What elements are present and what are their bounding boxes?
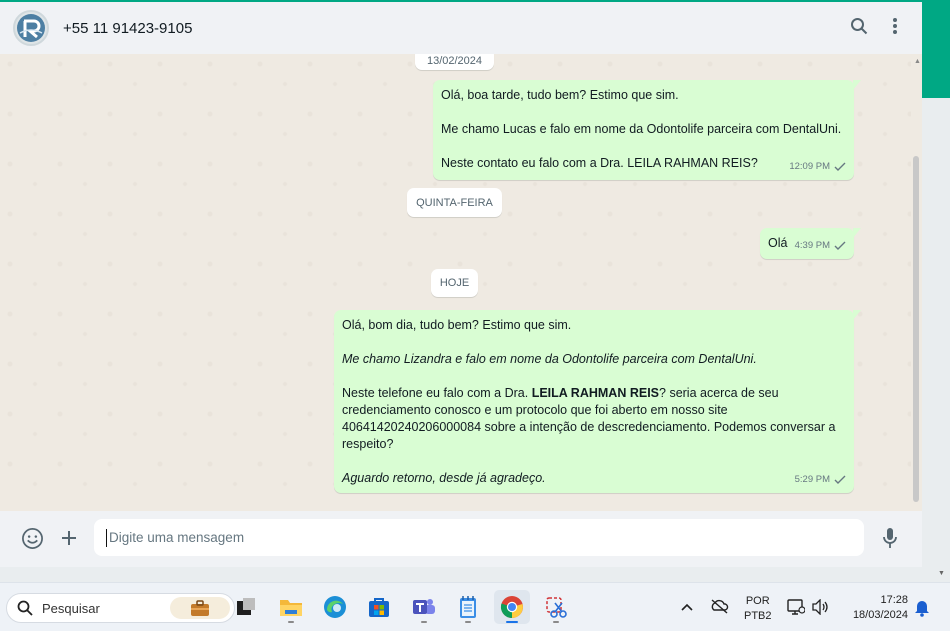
task-view-icon[interactable] [228,590,264,624]
windows-taskbar: Pesquisar POR PTB2 17:28 18/03/2024 [0,582,950,631]
bubble-tail [853,310,861,320]
compose-bar: Digite uma mensagem [0,511,922,567]
date-divider: QUINTA-FEIRA [407,188,502,217]
browser-bottom-edge [0,567,922,582]
message-text-bold: LEILA RAHMAN REIS [531,386,660,400]
running-indicator [553,621,559,623]
chevron-up-icon[interactable] [680,599,694,617]
edge-icon[interactable] [317,590,353,624]
microphone-icon[interactable] [878,526,902,550]
date-divider-label: HOJE [439,277,470,289]
date-divider-label: QUINTA-FEIRA [416,196,493,209]
message-text: Me chamo Lizandra e falo em nome da Odon… [342,352,757,366]
contact-name[interactable]: +55 11 91423-9105 [63,20,192,37]
snipping-tool-icon[interactable] [538,590,574,624]
sent-check-icon [834,241,846,250]
message-text: Aguardo retorno, desde já agradeço. [342,471,546,485]
message-text: Neste telefone eu falo com a Dra. LEILA … [342,385,846,453]
display-icon[interactable] [787,598,806,621]
scroll-down-arrow-icon[interactable]: ▼ [938,570,945,577]
window-side-panel [922,98,950,582]
company-logo-icon [17,14,45,42]
message-text: Me chamo Lucas e falo em nome da Odontol… [441,122,842,136]
file-explorer-icon[interactable] [273,590,309,624]
message-text-part: Neste telefone eu falo com a Dra. [342,386,532,400]
taskbar-search-label: Pesquisar [42,600,100,616]
message-text: Olá, bom dia, tudo bem? Estimo que sim. [342,318,572,332]
teams-icon[interactable] [406,590,442,624]
bubble-tail [853,80,861,90]
network-offline-icon[interactable] [710,598,730,619]
date-divider: 13/02/2024 [415,54,494,70]
kebab-menu-icon[interactable] [892,17,898,40]
message-text: Olá, boa tarde, tudo bem? Estimo que sim… [441,88,679,102]
sent-check-icon [834,162,846,171]
clock-date: 18/03/2024 [852,609,908,621]
notification-bell-icon[interactable] [914,599,930,622]
message-bubble-outgoing[interactable]: Olá, bom dia, tudo bem? Estimo que sim. … [334,310,861,493]
message-time: 5:29 PM [794,474,830,485]
notepad-icon[interactable] [450,590,486,624]
search-icon[interactable] [850,17,868,40]
emoji-icon[interactable] [20,526,44,550]
message-text: Neste contato eu falo com a Dra. LEILA R… [441,156,758,170]
message-time: 4:39 PM [794,240,830,251]
clock-time: 17:28 [880,594,908,606]
date-divider-label: 13/02/2024 [426,55,483,67]
search-icon [17,600,33,616]
work-briefcase-icon [170,597,230,619]
chat-header: +55 11 91423-9105 [0,2,922,54]
conversation-panel[interactable]: 13/02/2024 Olá, boa tarde, tudo bem? Est… [0,54,922,511]
chrome-icon[interactable] [494,590,530,624]
sent-check-icon [834,475,846,484]
volume-icon[interactable] [811,598,829,620]
scroll-up-arrow-icon[interactable]: ▲ [914,58,921,65]
avatar[interactable] [13,10,49,46]
message-bubble-outgoing[interactable]: Olá, boa tarde, tudo bem? Estimo que sim… [433,80,861,180]
window-side-accent [922,0,950,98]
running-indicator [506,621,518,623]
bubble-tail [853,228,861,238]
message-input[interactable]: Digite uma mensagem [94,519,864,556]
taskbar-clock[interactable]: 17:28 18/03/2024 [840,593,908,623]
running-indicator [288,621,294,623]
microsoft-store-icon[interactable] [361,590,397,624]
language-code: POR [745,595,770,607]
input-language-indicator[interactable]: POR PTB2 [744,594,772,624]
running-indicator [421,621,427,623]
message-input-placeholder: Digite uma mensagem [109,530,245,545]
keyboard-layout-code: PTB2 [744,610,772,622]
text-caret [106,528,107,547]
chat-scrollbar-thumb[interactable] [913,156,919,502]
message-time: 12:09 PM [789,161,830,172]
plus-icon[interactable] [57,526,81,550]
running-indicator [465,621,471,623]
date-divider: HOJE [431,269,478,297]
taskbar-search[interactable]: Pesquisar [6,593,235,623]
message-bubble-outgoing[interactable]: Olá 4:39 PM [760,228,861,259]
